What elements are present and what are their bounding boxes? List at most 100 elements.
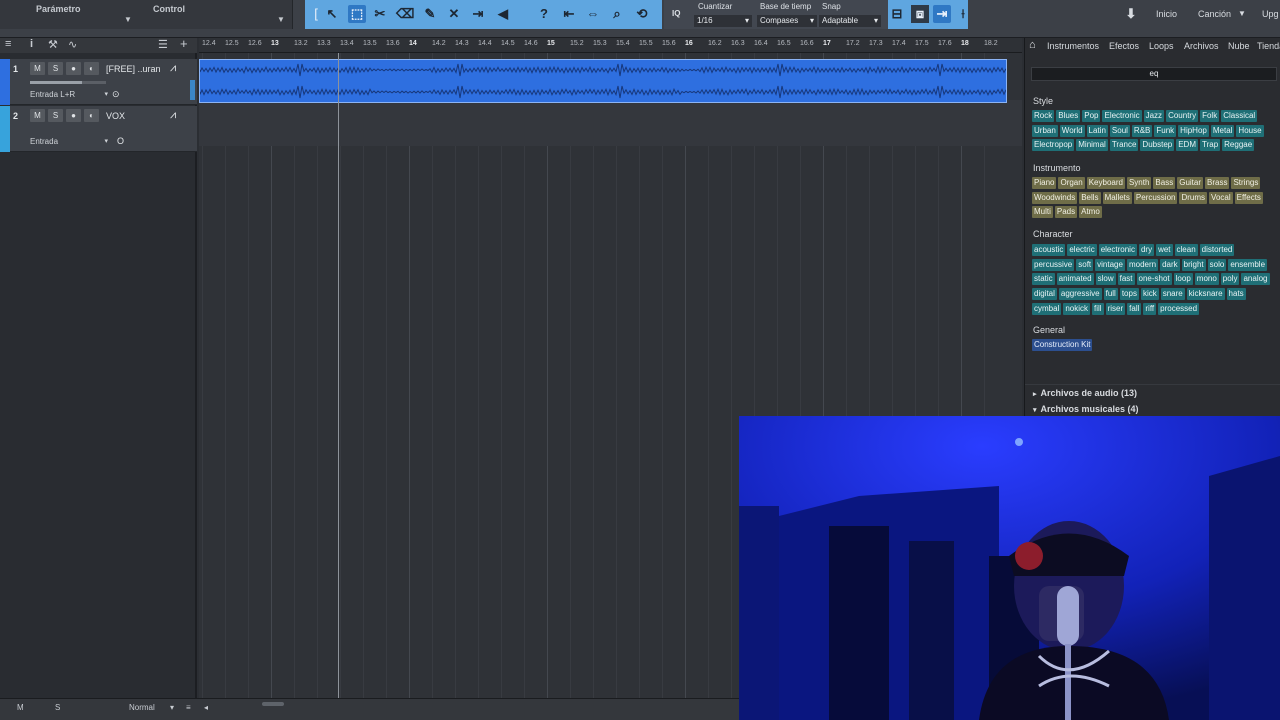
tag-chip[interactable]: Pads xyxy=(1054,206,1078,219)
tab-cloud[interactable]: Nube xyxy=(1228,41,1250,51)
tag-chip[interactable]: solo xyxy=(1207,258,1227,271)
iq-button[interactable]: IQ xyxy=(672,9,680,18)
track-name[interactable]: [FREE] ..uran xyxy=(106,64,161,74)
tag-chip[interactable]: percussive xyxy=(1032,258,1075,271)
tag-chip[interactable]: Strings xyxy=(1231,177,1261,189)
tag-chip[interactable]: wet xyxy=(1156,244,1173,256)
tag-chip[interactable]: Synth xyxy=(1126,177,1152,189)
track-2[interactable]: 2 M S ● ◐ VOX ⩘ Entrada ▾ O xyxy=(0,106,197,152)
tag-chip[interactable]: Folk xyxy=(1200,110,1220,122)
snap-select[interactable]: Adaptable ▾ xyxy=(819,15,881,27)
tag-chip[interactable]: vintage xyxy=(1095,258,1125,271)
tag-chip[interactable]: analog xyxy=(1241,273,1270,286)
download-icon[interactable]: ⬇ xyxy=(1122,5,1140,23)
track-2-lane[interactable] xyxy=(199,100,1022,146)
monitor-button[interactable]: ◐ xyxy=(84,62,99,75)
zoom-tool-icon[interactable]: ⌕ xyxy=(608,5,626,23)
help-icon[interactable]: ? xyxy=(535,5,553,23)
tag-chip[interactable]: processed xyxy=(1158,302,1200,315)
tag-chip[interactable]: fall xyxy=(1127,302,1142,315)
audio-event[interactable] xyxy=(199,59,1007,103)
tag-chip[interactable]: EDM xyxy=(1176,139,1198,152)
tag-chip[interactable]: Country xyxy=(1166,110,1199,122)
m-toggle[interactable]: M xyxy=(17,703,24,712)
tag-chip[interactable]: aggressive xyxy=(1058,288,1102,301)
channel-mode-icon[interactable]: O xyxy=(117,136,124,146)
tag-chip[interactable]: Blues xyxy=(1056,110,1081,122)
tag-chip[interactable]: Classical xyxy=(1221,110,1258,122)
tag-chip[interactable]: Jazz xyxy=(1143,110,1165,122)
snap-grid-icon[interactable]: ⊟ xyxy=(888,5,906,23)
eraser-tool-icon[interactable]: ⌫ xyxy=(396,5,414,23)
arrow-tool-icon[interactable]: ↖ xyxy=(323,5,341,23)
music-files-folder[interactable]: ▾ Archivos musicales (4) xyxy=(1025,401,1280,417)
mute-button[interactable]: M xyxy=(30,109,45,122)
tag-chip[interactable]: soft xyxy=(1076,258,1094,271)
add-track-icon[interactable]: + xyxy=(180,36,188,51)
tag-chip[interactable]: Piano xyxy=(1032,177,1057,189)
tag-chip[interactable]: Latin xyxy=(1086,124,1108,137)
browser-search-input[interactable]: eq xyxy=(1031,67,1277,81)
tag-chip[interactable]: modern xyxy=(1126,258,1159,271)
tag-chip[interactable]: cymbal xyxy=(1032,302,1062,315)
tag-chip[interactable]: kick xyxy=(1140,288,1159,301)
tag-chip[interactable]: nokick xyxy=(1063,302,1091,315)
tag-chip[interactable]: Brass xyxy=(1205,177,1230,189)
snap-marker-icon[interactable]: ⇤ xyxy=(560,5,578,23)
home-icon[interactable]: ⌂ xyxy=(1029,39,1036,51)
tag-chip[interactable]: animated xyxy=(1056,273,1094,286)
tag-chip[interactable]: riff xyxy=(1143,302,1157,315)
tag-chip[interactable]: R&B xyxy=(1131,124,1153,137)
tag-chip[interactable]: World xyxy=(1059,124,1085,137)
tag-chip[interactable]: Dubstep xyxy=(1140,139,1175,152)
input-select[interactable]: Entrada L+R ▾ xyxy=(30,90,108,101)
tag-chip[interactable]: Drums xyxy=(1179,191,1208,204)
timebase-select[interactable]: Compases ▾ xyxy=(757,15,817,27)
input-select[interactable]: Entrada ▾ xyxy=(30,137,108,148)
range-tool-icon[interactable]: ⬚ xyxy=(348,5,366,23)
tag-chip[interactable]: Construction Kit xyxy=(1032,339,1093,351)
tag-chip[interactable]: Reggae xyxy=(1222,139,1255,152)
volume-fader[interactable] xyxy=(30,81,106,84)
track-name[interactable]: VOX xyxy=(106,111,125,121)
tag-chip[interactable]: mono xyxy=(1194,273,1219,286)
tab-effects[interactable]: Efectos xyxy=(1109,41,1139,51)
tag-chip[interactable]: riser xyxy=(1105,302,1126,315)
tag-chip[interactable]: Bass xyxy=(1153,177,1176,189)
waveform-icon[interactable]: ⩘ xyxy=(170,62,176,75)
tag-chip[interactable]: Guitar xyxy=(1177,177,1204,189)
upgrade-link[interactable]: Upg xyxy=(1262,9,1279,19)
tag-chip[interactable]: Atmo xyxy=(1079,206,1102,219)
tag-chip[interactable]: kicksnare xyxy=(1186,288,1225,301)
tag-chip[interactable]: snare xyxy=(1160,288,1185,301)
snap-events-icon[interactable]: ⧈ xyxy=(911,5,929,23)
tag-chip[interactable]: Rock xyxy=(1032,110,1055,122)
tag-chip[interactable]: Pop xyxy=(1082,110,1101,122)
bend-tool-icon[interactable]: ⇥ xyxy=(469,5,487,23)
tag-chip[interactable]: Vocal xyxy=(1209,191,1233,204)
tag-chip[interactable]: Funk xyxy=(1154,124,1177,137)
tag-chip[interactable]: Soul xyxy=(1109,124,1130,137)
record-arm-button[interactable]: ● xyxy=(66,62,81,75)
mode-dropdown-icon[interactable]: ▾ xyxy=(170,703,174,712)
autoscroll-icon[interactable]: ⇥ xyxy=(933,5,951,23)
tab-instruments[interactable]: Instrumentos xyxy=(1047,41,1099,51)
tag-chip[interactable]: Percussion xyxy=(1133,191,1178,204)
tag-chip[interactable]: hats xyxy=(1226,288,1246,301)
mute-tool-icon[interactable]: ✕ xyxy=(445,5,463,23)
nudge-icon[interactable]: ⇔ xyxy=(584,5,602,23)
tag-chip[interactable]: electric xyxy=(1067,244,1097,256)
tag-chip[interactable]: fill xyxy=(1092,302,1104,315)
tag-chip[interactable]: Mallets xyxy=(1102,191,1132,204)
tag-chip[interactable]: bright xyxy=(1181,258,1206,271)
record-arm-button[interactable]: ● xyxy=(66,109,81,122)
horizontal-scrollbar[interactable] xyxy=(262,702,284,706)
solo-button[interactable]: S xyxy=(48,62,63,75)
solo-button[interactable]: S xyxy=(48,109,63,122)
tag-chip[interactable]: Multi xyxy=(1032,206,1053,219)
parameter-dropdown-icon[interactable]: ▼ xyxy=(124,15,132,24)
menu-icon[interactable]: ≡ xyxy=(5,38,11,50)
tag-chip[interactable]: Electropop xyxy=(1032,139,1075,152)
listen-tool-icon[interactable]: ◀ xyxy=(494,5,512,23)
start-page-link[interactable]: Inicio xyxy=(1156,9,1177,19)
